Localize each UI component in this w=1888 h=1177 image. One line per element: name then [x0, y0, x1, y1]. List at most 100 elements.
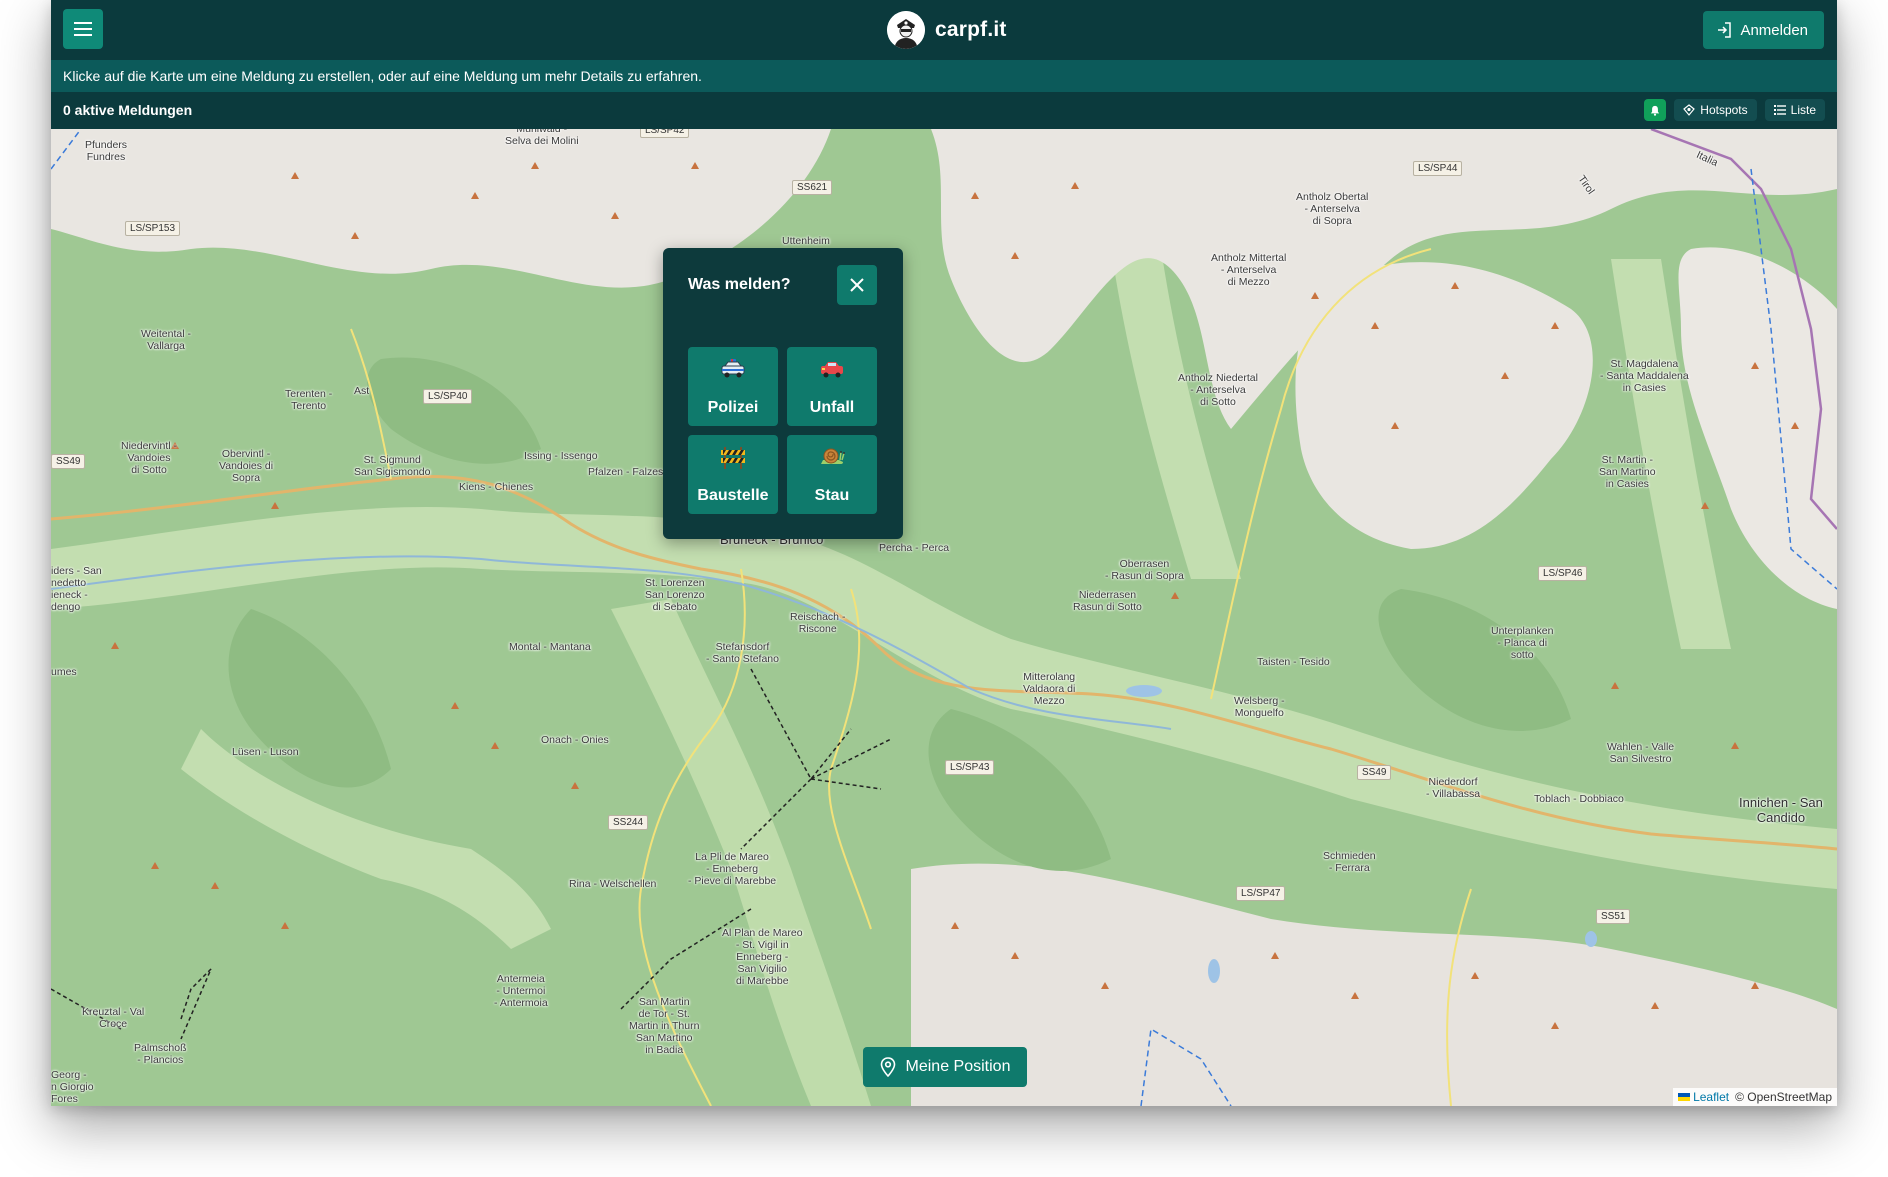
list-label: Liste — [1790, 103, 1816, 117]
road-shield: LS/SP44 — [1413, 161, 1463, 176]
place-label: St. Martin - San Martino in Casies — [1599, 454, 1656, 490]
place-label: Obervintl - Vandoies di Sopra — [219, 448, 274, 484]
my-position-label: Meine Position — [905, 1058, 1011, 1075]
leaflet-link[interactable]: Leaflet — [1678, 1090, 1729, 1104]
road-shield: LS/SP47 — [1236, 886, 1286, 901]
brand-name: carpf.it — [935, 18, 1007, 41]
place-label: St. Sigmund San Sigismondo — [354, 454, 431, 478]
police-car-icon — [688, 356, 778, 382]
car-crash-icon — [787, 356, 877, 382]
place-label: Antholz Mittertal - Anterselva di Mezzo — [1211, 252, 1287, 288]
report-construction-button[interactable]: Baustelle — [688, 435, 778, 514]
hotspots-icon — [1683, 104, 1696, 116]
status-actions: Hotspots Liste — [1644, 99, 1825, 121]
leaflet-label: Leaflet — [1693, 1090, 1730, 1104]
road-shield: SS49 — [51, 454, 86, 469]
login-button[interactable]: Anmelden — [1703, 11, 1824, 49]
choice-label: Polizei — [707, 399, 759, 416]
place-label: Stefansdorf - Santo Stefano — [706, 641, 779, 665]
place-label: Weitental - Vallarga — [141, 328, 191, 352]
notifications-button[interactable] — [1644, 99, 1667, 121]
place-label: Palmschoß - Plancios — [134, 1042, 187, 1066]
place-label: Kreuztal - Val Croce — [82, 1006, 145, 1030]
login-icon — [1718, 22, 1732, 38]
hotspots-button[interactable]: Hotspots — [1674, 99, 1757, 121]
place-label: San Martin de Tor - St. Martin in Thurn … — [629, 996, 700, 1056]
info-strip: Klicke auf die Karte um eine Meldung zu … — [51, 60, 1837, 92]
status-bar: 0 aktive Meldungen Hotspots Liste — [51, 92, 1837, 129]
place-label: Pfunders Fundres — [85, 139, 128, 163]
place-label: Uttenheim — [782, 235, 830, 247]
hotspots-label: Hotspots — [1700, 103, 1748, 117]
close-button[interactable] — [837, 265, 877, 305]
hamburger-icon — [74, 22, 92, 36]
place-label: Onach - Onies — [541, 734, 609, 746]
road-shield: LS/SP40 — [423, 389, 473, 404]
report-traffic-jam-button[interactable]: Stau — [787, 435, 877, 514]
place-label: Oberrasen - Rasun di Sopra — [1105, 558, 1184, 582]
brand[interactable]: carpf.it — [887, 10, 1007, 50]
place-label: Toblach - Dobbiaco — [1534, 793, 1624, 805]
info-text: Klicke auf die Karte um eine Meldung zu … — [63, 68, 702, 84]
report-popup: Was melden? Polizei Unfall Baustelle Sta… — [663, 248, 903, 539]
place-label: Lüsen - Luson — [232, 746, 299, 758]
place-label: Niederrasen Rasun di Sotto — [1073, 589, 1142, 613]
place-label: Pfalzen - Falzes — [588, 466, 664, 478]
location-pin-icon — [880, 1057, 895, 1077]
map-attribution: Leaflet © OpenStreetMap — [1673, 1088, 1837, 1106]
police-officer-logo-icon — [887, 11, 925, 49]
report-police-button[interactable]: Polizei — [688, 347, 778, 426]
place-label: Reischach - Riscone — [790, 611, 846, 635]
place-label: Montal - Mantana — [509, 641, 591, 653]
place-label: St. Lorenzen San Lorenzo di Sebato — [645, 577, 705, 613]
place-label: Al Plan de Mareo - St. Vigil in Enneberg… — [722, 927, 803, 987]
place-label: Antermeia - Untermoi - Antermoia — [494, 973, 548, 1009]
road-shield: LS/SP43 — [945, 760, 995, 775]
bell-icon — [1651, 105, 1660, 116]
road-shield: SS51 — [1596, 909, 1631, 924]
place-label: Taisten - Tesido — [1257, 656, 1330, 668]
place-label: Georg - n Giorgio Fores — [51, 1069, 94, 1105]
place-label: iders - San nedetto ieneck - dengo — [51, 565, 102, 613]
place-label: Rina - Welschellen — [569, 878, 657, 890]
osm-attribution[interactable]: © OpenStreetMap — [1735, 1090, 1832, 1104]
construction-barrier-icon — [688, 444, 778, 470]
place-label: Niederdorf - Villabassa — [1426, 776, 1481, 800]
road-shield: SS49 — [1357, 765, 1392, 780]
app-window: carpf.it Anmelden Klicke auf die Karte u… — [51, 0, 1837, 1106]
place-label: umes — [51, 666, 77, 678]
list-icon — [1773, 105, 1786, 115]
brand-logo — [887, 11, 925, 49]
place-label: Unterplanken - Planca di sotto — [1491, 625, 1554, 661]
login-label: Anmelden — [1740, 21, 1808, 39]
place-label: Niedervintl - Vandoies di Sotto — [121, 440, 178, 476]
place-label: Mühlwald - Selva dei Molini — [505, 129, 579, 147]
my-position-button[interactable]: Meine Position — [863, 1047, 1027, 1087]
place-label: Wahlen - Valle San Silvestro — [1607, 741, 1675, 765]
place-label: Antholz Niedertal - Anterselva di Sotto — [1178, 372, 1258, 408]
place-label: Issing - Issengo — [524, 450, 598, 462]
place-label: Antholz Obertal - Anterselva di Sopra — [1296, 191, 1369, 227]
active-reports-count: 0 aktive Meldungen — [63, 102, 193, 118]
menu-button[interactable] — [63, 9, 103, 49]
choice-label: Stau — [814, 487, 850, 504]
road-shield: SS244 — [608, 815, 649, 830]
place-label: St. Magdalena - Santa Maddalena in Casie… — [1600, 358, 1689, 394]
place-label: Terenten - Terento — [285, 388, 333, 412]
choice-label: Unfall — [809, 399, 855, 416]
road-shield: LS/SP46 — [1538, 566, 1588, 581]
snail-icon — [787, 444, 877, 470]
place-label: Mitterolang Valdaora di Mezzo — [1023, 671, 1076, 707]
list-button[interactable]: Liste — [1764, 99, 1825, 121]
map[interactable]: Pfunders Fundres Mühlwald - Selva dei Mo… — [51, 129, 1837, 1106]
flag-icon — [1678, 1093, 1691, 1101]
close-icon — [850, 278, 864, 292]
place-label: Welsberg - Monguelfo — [1234, 695, 1285, 719]
place-label: Schmieden - Ferrara — [1323, 850, 1376, 874]
choice-label: Baustelle — [697, 487, 769, 504]
report-accident-button[interactable]: Unfall — [787, 347, 877, 426]
popup-title: Was melden? — [688, 276, 791, 293]
place-label: Kiens - Chienes — [459, 481, 534, 493]
road-shield: LS/SP153 — [125, 221, 181, 236]
map-terrain — [51, 129, 1837, 1106]
